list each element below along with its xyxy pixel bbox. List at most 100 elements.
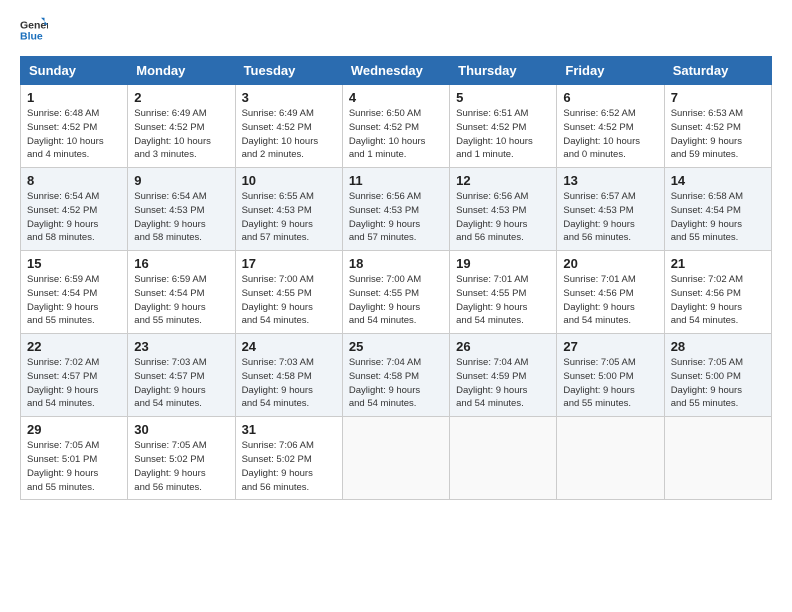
calendar-cell: 27 Sunrise: 7:05 AM Sunset: 5:00 PM Dayli… <box>557 334 664 417</box>
day-number: 24 <box>242 339 336 354</box>
calendar-cell <box>450 417 557 500</box>
weekday-header-row: SundayMondayTuesdayWednesdayThursdayFrid… <box>21 57 772 85</box>
day-info: Sunrise: 6:51 AM Sunset: 4:52 PM Dayligh… <box>456 107 550 162</box>
day-info: Sunrise: 6:56 AM Sunset: 4:53 PM Dayligh… <box>349 190 443 245</box>
weekday-header-sunday: Sunday <box>21 57 128 85</box>
day-number: 21 <box>671 256 765 271</box>
day-info: Sunrise: 6:50 AM Sunset: 4:52 PM Dayligh… <box>349 107 443 162</box>
calendar-page: General Blue SundayMondayTuesdayWednesda… <box>0 0 792 612</box>
day-number: 22 <box>27 339 121 354</box>
day-number: 12 <box>456 173 550 188</box>
day-number: 28 <box>671 339 765 354</box>
calendar-cell <box>342 417 449 500</box>
day-number: 30 <box>134 422 228 437</box>
logo: General Blue <box>20 16 48 44</box>
svg-text:Blue: Blue <box>20 31 43 43</box>
day-info: Sunrise: 6:54 AM Sunset: 4:52 PM Dayligh… <box>27 190 121 245</box>
day-number: 6 <box>563 90 657 105</box>
day-info: Sunrise: 7:06 AM Sunset: 5:02 PM Dayligh… <box>242 439 336 494</box>
day-info: Sunrise: 7:00 AM Sunset: 4:55 PM Dayligh… <box>242 273 336 328</box>
weekday-header-wednesday: Wednesday <box>342 57 449 85</box>
weekday-header-monday: Monday <box>128 57 235 85</box>
day-info: Sunrise: 7:01 AM Sunset: 4:56 PM Dayligh… <box>563 273 657 328</box>
calendar-cell: 4Sunrise: 6:50 AM Sunset: 4:52 PM Daylig… <box>342 85 449 168</box>
day-info: Sunrise: 7:05 AM Sunset: 5:00 PM Dayligh… <box>671 356 765 411</box>
day-number: 8 <box>27 173 121 188</box>
day-info: Sunrise: 6:57 AM Sunset: 4:53 PM Dayligh… <box>563 190 657 245</box>
weekday-header-tuesday: Tuesday <box>235 57 342 85</box>
day-info: Sunrise: 6:49 AM Sunset: 4:52 PM Dayligh… <box>242 107 336 162</box>
day-number: 26 <box>456 339 550 354</box>
calendar-cell: 29 Sunrise: 7:05 AM Sunset: 5:01 PM Dayli… <box>21 417 128 500</box>
day-info: Sunrise: 6:49 AM Sunset: 4:52 PM Dayligh… <box>134 107 228 162</box>
day-info: Sunrise: 6:48 AM Sunset: 4:52 PM Dayligh… <box>27 107 121 162</box>
day-info: Sunrise: 6:53 AM Sunset: 4:52 PM Dayligh… <box>671 107 765 162</box>
calendar-cell: 9 Sunrise: 6:54 AM Sunset: 4:53 PM Daylig… <box>128 168 235 251</box>
day-info: Sunrise: 6:59 AM Sunset: 4:54 PM Dayligh… <box>27 273 121 328</box>
calendar-cell: 20 Sunrise: 7:01 AM Sunset: 4:56 PM Dayli… <box>557 251 664 334</box>
day-info: Sunrise: 7:05 AM Sunset: 5:00 PM Dayligh… <box>563 356 657 411</box>
day-info: Sunrise: 7:01 AM Sunset: 4:55 PM Dayligh… <box>456 273 550 328</box>
header: General Blue <box>20 16 772 44</box>
day-number: 29 <box>27 422 121 437</box>
week-row-4: 22Sunrise: 7:02 AM Sunset: 4:57 PM Dayli… <box>21 334 772 417</box>
calendar-cell <box>557 417 664 500</box>
day-info: Sunrise: 6:59 AM Sunset: 4:54 PM Dayligh… <box>134 273 228 328</box>
day-number: 17 <box>242 256 336 271</box>
calendar-cell: 17 Sunrise: 7:00 AM Sunset: 4:55 PM Dayli… <box>235 251 342 334</box>
day-number: 5 <box>456 90 550 105</box>
week-row-5: 29 Sunrise: 7:05 AM Sunset: 5:01 PM Dayli… <box>21 417 772 500</box>
day-info: Sunrise: 6:56 AM Sunset: 4:53 PM Dayligh… <box>456 190 550 245</box>
day-info: Sunrise: 7:05 AM Sunset: 5:01 PM Dayligh… <box>27 439 121 494</box>
calendar-cell: 28 Sunrise: 7:05 AM Sunset: 5:00 PM Dayli… <box>664 334 771 417</box>
day-number: 31 <box>242 422 336 437</box>
day-info: Sunrise: 7:00 AM Sunset: 4:55 PM Dayligh… <box>349 273 443 328</box>
calendar-cell: 18 Sunrise: 7:00 AM Sunset: 4:55 PM Dayli… <box>342 251 449 334</box>
calendar-cell <box>664 417 771 500</box>
day-number: 27 <box>563 339 657 354</box>
day-number: 13 <box>563 173 657 188</box>
calendar-cell: 2 Sunrise: 6:49 AM Sunset: 4:52 PM Daylig… <box>128 85 235 168</box>
day-info: Sunrise: 7:02 AM Sunset: 4:56 PM Dayligh… <box>671 273 765 328</box>
calendar-cell: 14Sunrise: 6:58 AM Sunset: 4:54 PM Dayli… <box>664 168 771 251</box>
svg-text:General: General <box>20 19 48 31</box>
day-number: 9 <box>134 173 228 188</box>
day-number: 15 <box>27 256 121 271</box>
day-info: Sunrise: 7:03 AM Sunset: 4:57 PM Dayligh… <box>134 356 228 411</box>
day-number: 23 <box>134 339 228 354</box>
day-info: Sunrise: 6:54 AM Sunset: 4:53 PM Dayligh… <box>134 190 228 245</box>
calendar-cell: 3 Sunrise: 6:49 AM Sunset: 4:52 PM Daylig… <box>235 85 342 168</box>
day-number: 20 <box>563 256 657 271</box>
calendar-cell: 23 Sunrise: 7:03 AM Sunset: 4:57 PM Dayli… <box>128 334 235 417</box>
calendar-cell: 22Sunrise: 7:02 AM Sunset: 4:57 PM Dayli… <box>21 334 128 417</box>
calendar-cell: 7 Sunrise: 6:53 AM Sunset: 4:52 PM Daylig… <box>664 85 771 168</box>
day-number: 1 <box>27 90 121 105</box>
calendar-cell: 31 Sunrise: 7:06 AM Sunset: 5:02 PM Dayli… <box>235 417 342 500</box>
weekday-header-friday: Friday <box>557 57 664 85</box>
week-row-1: 1 Sunrise: 6:48 AM Sunset: 4:52 PM Daylig… <box>21 85 772 168</box>
calendar-cell: 12 Sunrise: 6:56 AM Sunset: 4:53 PM Dayli… <box>450 168 557 251</box>
day-number: 16 <box>134 256 228 271</box>
day-number: 10 <box>242 173 336 188</box>
calendar-body: 1 Sunrise: 6:48 AM Sunset: 4:52 PM Daylig… <box>21 85 772 500</box>
day-number: 25 <box>349 339 443 354</box>
day-info: Sunrise: 7:03 AM Sunset: 4:58 PM Dayligh… <box>242 356 336 411</box>
calendar-cell: 15 Sunrise: 6:59 AM Sunset: 4:54 PM Dayli… <box>21 251 128 334</box>
calendar-cell: 10 Sunrise: 6:55 AM Sunset: 4:53 PM Dayli… <box>235 168 342 251</box>
week-row-3: 15 Sunrise: 6:59 AM Sunset: 4:54 PM Dayli… <box>21 251 772 334</box>
calendar-cell: 26 Sunrise: 7:04 AM Sunset: 4:59 PM Dayli… <box>450 334 557 417</box>
day-info: Sunrise: 6:55 AM Sunset: 4:53 PM Dayligh… <box>242 190 336 245</box>
calendar-cell: 5 Sunrise: 6:51 AM Sunset: 4:52 PM Daylig… <box>450 85 557 168</box>
day-info: Sunrise: 6:58 AM Sunset: 4:54 PM Dayligh… <box>671 190 765 245</box>
day-info: Sunrise: 7:04 AM Sunset: 4:59 PM Dayligh… <box>456 356 550 411</box>
day-info: Sunrise: 7:04 AM Sunset: 4:58 PM Dayligh… <box>349 356 443 411</box>
calendar-cell: 24 Sunrise: 7:03 AM Sunset: 4:58 PM Dayli… <box>235 334 342 417</box>
day-number: 3 <box>242 90 336 105</box>
day-number: 18 <box>349 256 443 271</box>
day-info: Sunrise: 7:05 AM Sunset: 5:02 PM Dayligh… <box>134 439 228 494</box>
calendar-cell: 6Sunrise: 6:52 AM Sunset: 4:52 PM Daylig… <box>557 85 664 168</box>
day-number: 2 <box>134 90 228 105</box>
day-number: 7 <box>671 90 765 105</box>
logo-icon: General Blue <box>20 16 48 44</box>
calendar-cell: 19Sunrise: 7:01 AM Sunset: 4:55 PM Dayli… <box>450 251 557 334</box>
